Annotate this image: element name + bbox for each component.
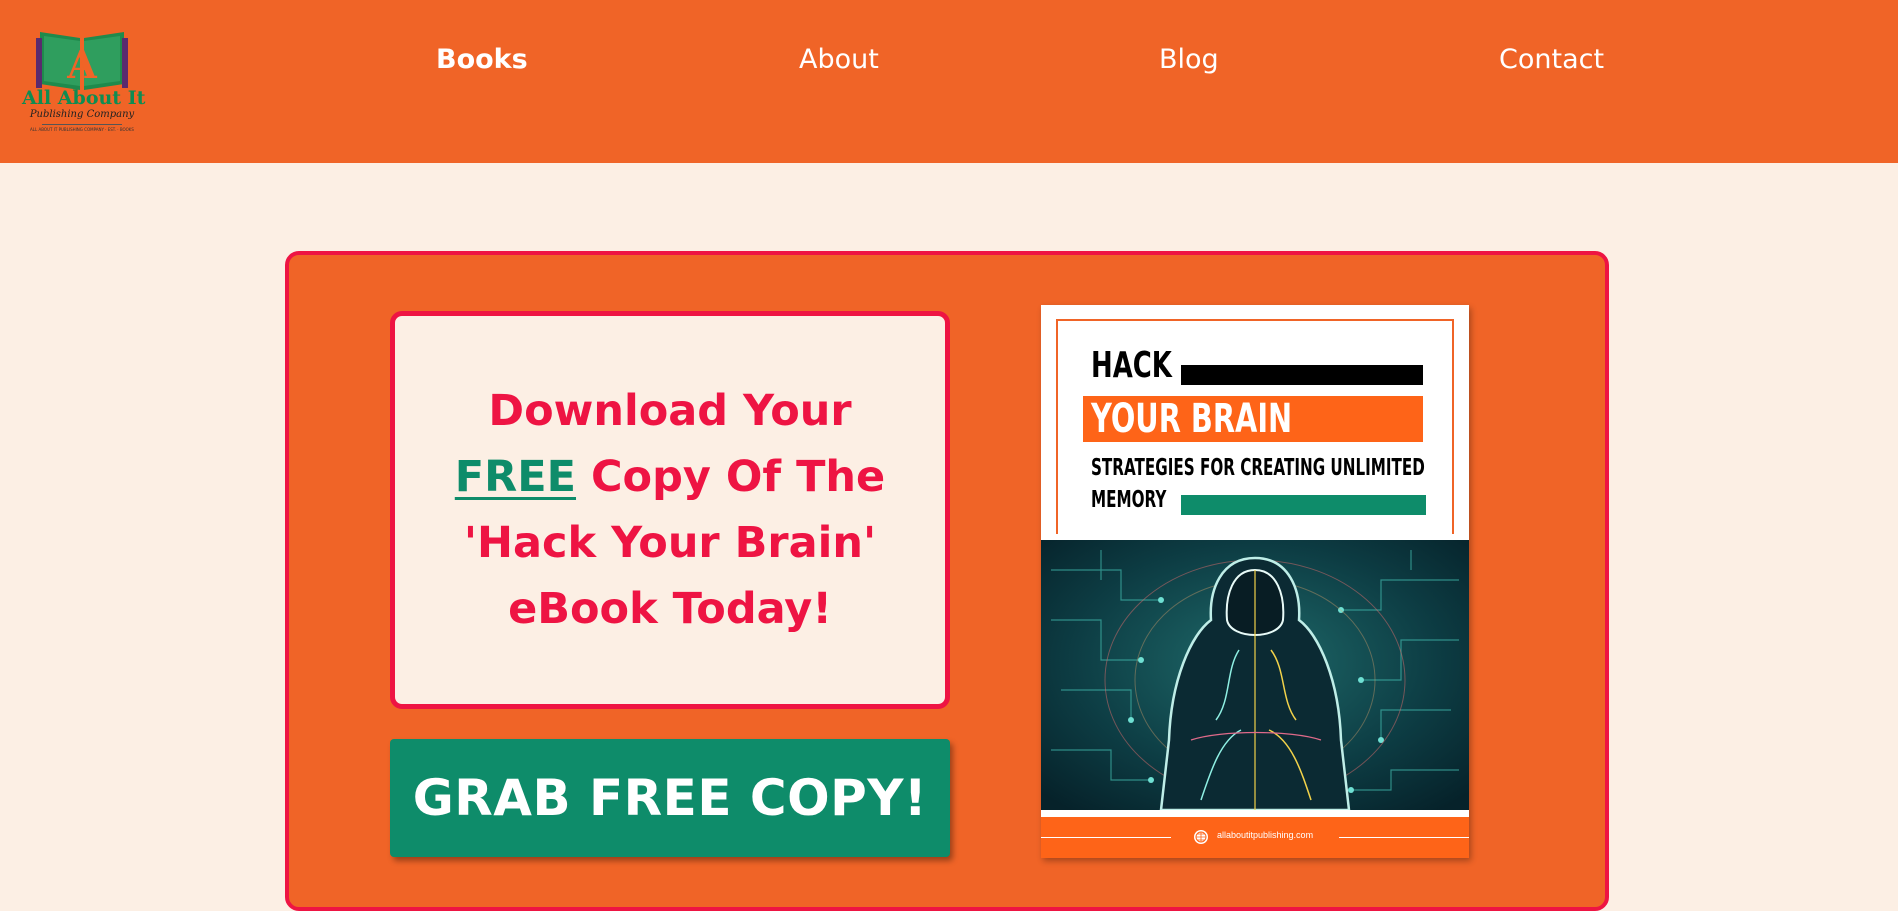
free-highlight: FREE — [454, 452, 577, 502]
globe-icon — [1194, 830, 1208, 844]
cover-website: allaboutitpublishing.com — [1217, 830, 1314, 840]
cover-title-line-1: HACK — [1091, 345, 1172, 386]
headline-line-4: eBook Today! — [508, 584, 832, 634]
site-header: A All About It Publishing Company ALL AB… — [0, 0, 1898, 163]
site-logo[interactable]: A All About It Publishing Company ALL AB… — [22, 24, 146, 136]
cover-subtitle-line-2: MEMORY — [1091, 487, 1167, 513]
cover-footer: allaboutitpublishing.com — [1041, 817, 1469, 858]
logo-fine-print: ALL ABOUT IT PUBLISHING COMPANY · EST. ·… — [30, 127, 134, 132]
headline-line-2: FREE Copy Of The — [395, 444, 945, 510]
cover-footer-rule-right — [1339, 837, 1469, 838]
headline-line-2-rest: Copy Of The — [576, 452, 886, 502]
logo-divider — [42, 124, 122, 125]
headline-line-1: Download Your — [488, 386, 852, 436]
nav-item-about[interactable]: About — [799, 44, 879, 75]
cover-green-bar — [1181, 495, 1426, 515]
grab-free-copy-button[interactable]: GRAB FREE COPY! — [390, 739, 950, 857]
svg-text:A: A — [66, 42, 97, 87]
promo-text-box: Download Your FREE Copy Of The 'Hack You… — [390, 311, 950, 709]
promo-headline: Download Your FREE Copy Of The 'Hack You… — [395, 378, 945, 642]
nav-item-books[interactable]: Books — [436, 44, 528, 75]
cover-title-line-2: YOUR BRAIN — [1091, 396, 1293, 442]
cover-subtitle-line-1: STRATEGIES FOR CREATING UNLIMITED — [1091, 455, 1425, 481]
headline-line-3: 'Hack Your Brain' — [463, 518, 877, 568]
nav-item-blog[interactable]: Blog — [1159, 44, 1219, 75]
nav-item-contact[interactable]: Contact — [1499, 44, 1604, 75]
cover-footer-rule-left — [1041, 837, 1171, 838]
cover-black-bar — [1181, 365, 1423, 385]
logo-tagline: Publishing Company — [29, 109, 135, 120]
open-book-icon: A — [36, 32, 128, 90]
logo-name: All About It — [22, 87, 146, 109]
hooded-figure-circuit-illustration — [1041, 540, 1469, 810]
book-cover-image: HACK YOUR BRAIN STRATEGIES FOR CREATING … — [1041, 305, 1469, 858]
